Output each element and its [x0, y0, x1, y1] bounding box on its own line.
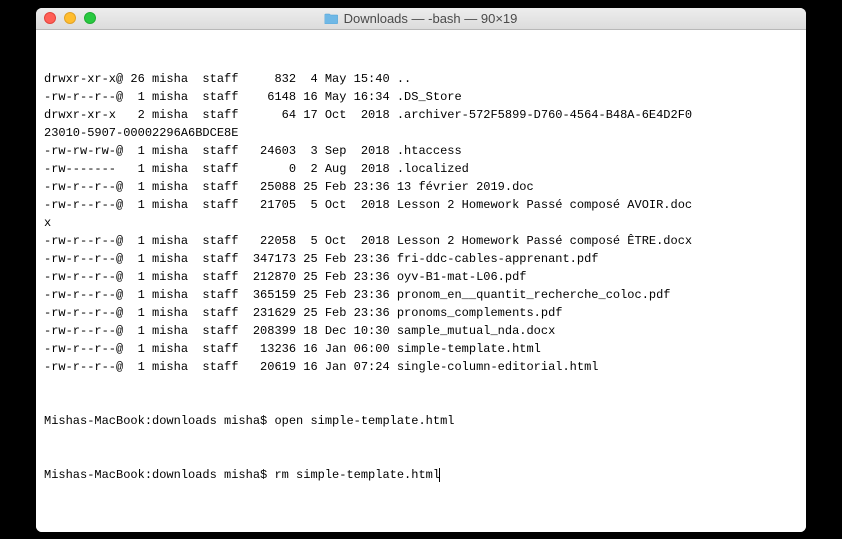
terminal-current-line: Mishas-MacBook:downloads misha$ rm simpl…: [44, 466, 798, 484]
terminal-line: -rw-r--r--@ 1 misha staff 365159 25 Feb …: [44, 286, 798, 304]
terminal-line: 23010-5907-00002296A6BDCE8E: [44, 124, 798, 142]
terminal-line: -rw-r--r--@ 1 misha staff 212870 25 Feb …: [44, 268, 798, 286]
terminal-line: -rw-r--r--@ 1 misha staff 25088 25 Feb 2…: [44, 178, 798, 196]
terminal-line: -rw------- 1 misha staff 0 2 Aug 2018 .l…: [44, 160, 798, 178]
terminal-output: drwxr-xr-x@ 26 misha staff 832 4 May 15:…: [44, 70, 798, 376]
terminal-line: -rw-r--r--@ 1 misha staff 22058 5 Oct 20…: [44, 232, 798, 250]
terminal-body[interactable]: drwxr-xr-x@ 26 misha staff 832 4 May 15:…: [36, 30, 806, 532]
terminal-window: Downloads — -bash — 90×19 drwxr-xr-x@ 26…: [36, 8, 806, 532]
terminal-line: -rw-r--r--@ 1 misha staff 231629 25 Feb …: [44, 304, 798, 322]
terminal-line: -rw-r--r--@ 1 misha staff 6148 16 May 16…: [44, 88, 798, 106]
traffic-lights: [36, 12, 96, 24]
terminal-line: -rw-r--r--@ 1 misha staff 20619 16 Jan 0…: [44, 358, 798, 376]
prompt: Mishas-MacBook:downloads misha$: [44, 468, 274, 482]
window-title-container: Downloads — -bash — 90×19: [325, 11, 518, 26]
current-command: rm simple-template.html: [274, 468, 440, 482]
minimize-button[interactable]: [64, 12, 76, 24]
terminal-line: -rw-r--r--@ 1 misha staff 208399 18 Dec …: [44, 322, 798, 340]
terminal-line: x: [44, 214, 798, 232]
close-button[interactable]: [44, 12, 56, 24]
titlebar[interactable]: Downloads — -bash — 90×19: [36, 8, 806, 30]
terminal-line: drwxr-xr-x 2 misha staff 64 17 Oct 2018 …: [44, 106, 798, 124]
terminal-line: -rw-r--r--@ 1 misha staff 347173 25 Feb …: [44, 250, 798, 268]
zoom-button[interactable]: [84, 12, 96, 24]
folder-icon: [325, 12, 339, 24]
terminal-line: -rw-r--r--@ 1 misha staff 21705 5 Oct 20…: [44, 196, 798, 214]
terminal-history-line: Mishas-MacBook:downloads misha$ open sim…: [44, 412, 798, 430]
window-title: Downloads — -bash — 90×19: [344, 11, 518, 26]
terminal-line: -rw-rw-rw-@ 1 misha staff 24603 3 Sep 20…: [44, 142, 798, 160]
terminal-line: drwxr-xr-x@ 26 misha staff 832 4 May 15:…: [44, 70, 798, 88]
cursor: [439, 468, 440, 482]
terminal-history: Mishas-MacBook:downloads misha$ open sim…: [44, 412, 798, 430]
terminal-line: -rw-r--r--@ 1 misha staff 13236 16 Jan 0…: [44, 340, 798, 358]
